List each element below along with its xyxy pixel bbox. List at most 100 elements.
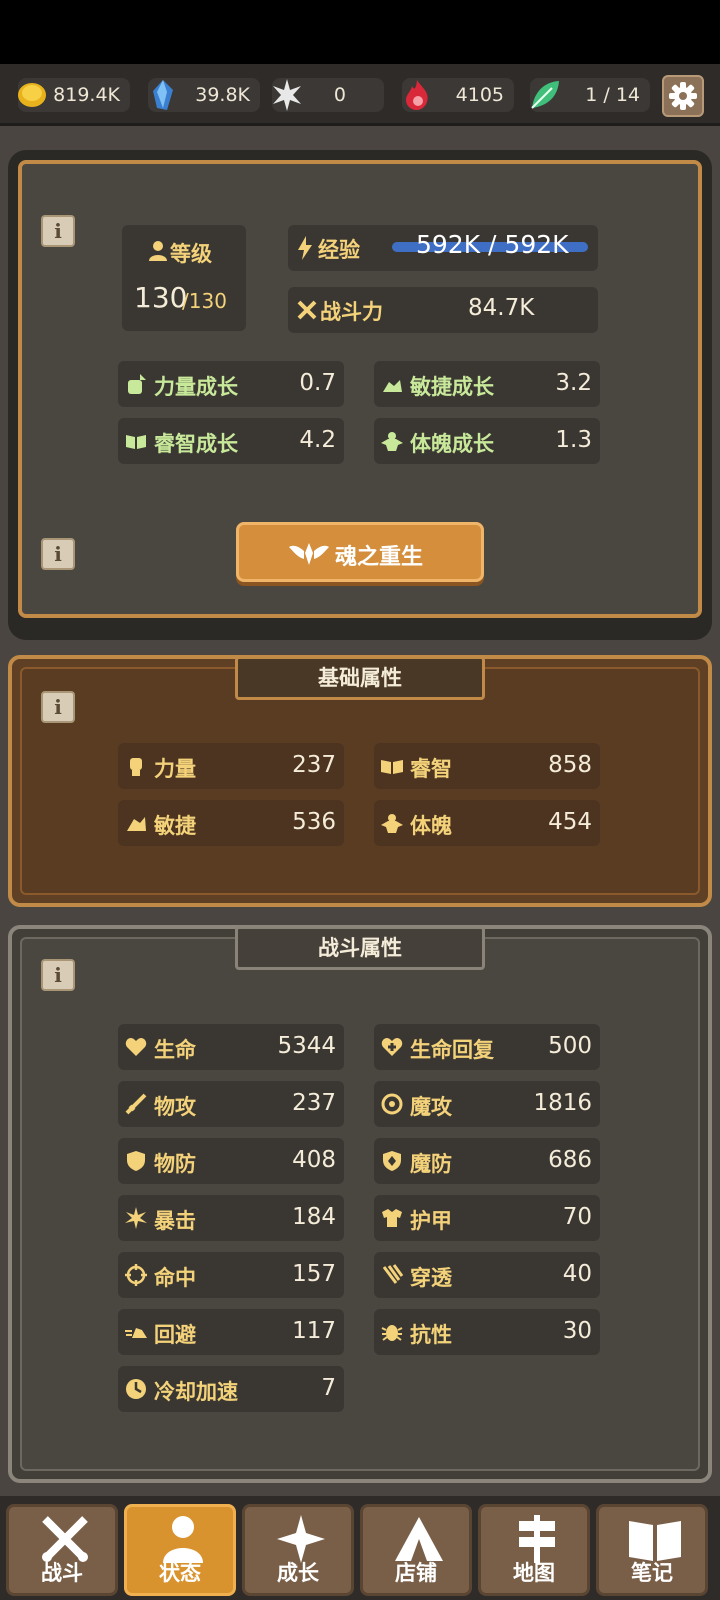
- growth-wisdom-value: 4.2: [299, 427, 336, 453]
- swirl-icon: [381, 1093, 403, 1115]
- nav-battle[interactable]: 战斗: [6, 1504, 118, 1596]
- stat-hp-value: 5344: [277, 1033, 336, 1059]
- stat-magic-defense-label: 魔防: [410, 1152, 452, 1176]
- soul-rebirth-label: 魂之重生: [335, 545, 424, 570]
- stat-strength-label: 力量: [154, 757, 196, 781]
- stat-crit-label: 暴击: [154, 1209, 196, 1233]
- growth-agility-value: 3.2: [555, 370, 592, 396]
- nav-shop[interactable]: 店铺: [360, 1504, 472, 1596]
- level-max: /130: [182, 289, 227, 313]
- blue-crystal-icon: [153, 80, 173, 110]
- gold-counter[interactable]: 819.4K: [18, 78, 130, 112]
- growth-agility: 敏捷成长 3.2: [374, 361, 600, 407]
- basic-attributes-title: 基础属性: [235, 656, 485, 700]
- stat-wisdom-value: 858: [548, 752, 592, 778]
- fist-icon: [130, 758, 142, 776]
- red-flame-icon: [406, 80, 428, 110]
- stat-evasion-label: 回避: [154, 1323, 196, 1347]
- growth-strength-label: 力量成长: [154, 375, 238, 399]
- crossed-swords-icon: [297, 300, 317, 320]
- green-leaf-icon: [531, 81, 559, 109]
- stat-strength-value: 237: [292, 752, 336, 778]
- stat-penetration-value: 40: [562, 1261, 592, 1287]
- stat-hp-regen-label: 生命回复: [410, 1038, 494, 1062]
- magic-shield-icon: [383, 1151, 401, 1171]
- stat-armor-value: 70: [562, 1204, 592, 1230]
- flame-counter[interactable]: 4105: [402, 78, 514, 112]
- stat-magic-attack: 魔攻 1816: [374, 1081, 600, 1127]
- stat-magic-defense: 魔防 686: [374, 1138, 600, 1184]
- book-growth-icon: [126, 435, 146, 449]
- soul-rebirth-button[interactable]: 魂之重生: [236, 522, 484, 582]
- stat-cooldown-label: 冷却加速: [154, 1380, 238, 1404]
- stat-magic-attack-label: 魔攻: [410, 1095, 452, 1119]
- sword-icon: [125, 1093, 147, 1115]
- hourglass-clock-icon: [126, 1379, 146, 1399]
- crystal-counter[interactable]: 39.8K: [148, 78, 260, 112]
- nav-notes[interactable]: 笔记: [596, 1504, 708, 1596]
- claw-icon: [382, 1264, 404, 1284]
- nav-map[interactable]: 地图: [478, 1504, 590, 1596]
- stat-penetration: 穿透 40: [374, 1252, 600, 1298]
- stat-hp: 生命 5344: [118, 1024, 344, 1070]
- crystal-value: 39.8K: [195, 84, 250, 106]
- stat-crit-value: 184: [292, 1204, 336, 1230]
- stat-magic-attack-value: 1816: [533, 1090, 592, 1116]
- system-status-bar: [0, 0, 720, 64]
- stat-agility-value: 536: [292, 809, 336, 835]
- star-burst-icon: [273, 79, 301, 111]
- muscle-icon: [381, 814, 403, 833]
- combat-power-value: 84.7K: [468, 295, 535, 321]
- leaf-counter[interactable]: 1 / 14: [530, 78, 650, 112]
- person-icon: [149, 241, 167, 261]
- level-box: 等级 130 /130: [122, 225, 246, 331]
- combat-power-box: 战斗力 84.7K: [288, 287, 598, 333]
- stat-armor: 护甲 70: [374, 1195, 600, 1241]
- stat-evasion-value: 117: [292, 1318, 336, 1344]
- nav-growth[interactable]: 成长: [242, 1504, 354, 1596]
- stat-phys-defense-value: 408: [292, 1147, 336, 1173]
- stat-wisdom: 睿智 858: [374, 743, 600, 789]
- nav-status-label: 状态: [159, 1561, 201, 1585]
- stat-hp-regen-value: 500: [548, 1033, 592, 1059]
- dash-icon: [125, 1328, 147, 1338]
- growth-wisdom: 睿智成长 4.2: [118, 418, 344, 464]
- nav-growth-label: 成长: [277, 1561, 319, 1585]
- stat-resistance-label: 抗性: [410, 1323, 452, 1347]
- settings-button[interactable]: [662, 75, 704, 117]
- boot-growth-icon: [383, 380, 402, 392]
- exp-label: 经验: [318, 238, 360, 262]
- stat-phys-attack-value: 237: [292, 1090, 336, 1116]
- stat-evasion: 回避 117: [118, 1309, 344, 1355]
- winged-emblem-icon: [289, 543, 329, 565]
- stat-agility-label: 敏捷: [154, 814, 196, 838]
- stat-resistance: 抗性 30: [374, 1309, 600, 1355]
- stat-strength: 力量 237: [118, 743, 344, 789]
- stat-penetration-label: 穿透: [410, 1266, 452, 1290]
- stat-resistance-value: 30: [562, 1318, 592, 1344]
- nav-shop-label: 店铺: [395, 1561, 437, 1585]
- stat-cooldown-value: 7: [321, 1375, 336, 1401]
- lightning-icon: [298, 236, 312, 260]
- crosshair-icon: [125, 1264, 147, 1286]
- leaf-value: 1 / 14: [585, 84, 640, 106]
- star-counter[interactable]: 0: [272, 78, 384, 112]
- growth-strength-value: 0.7: [299, 370, 336, 396]
- nav-status[interactable]: 状态: [124, 1504, 236, 1596]
- stat-wisdom-label: 睿智: [410, 757, 452, 781]
- combat-info-button[interactable]: i: [41, 959, 75, 991]
- book-icon: [381, 760, 403, 774]
- rebirth-info-button[interactable]: i: [41, 538, 75, 570]
- combat-attributes-panel: [8, 925, 712, 1483]
- gold-coin-icon: [18, 83, 46, 107]
- profile-info-button[interactable]: i: [41, 215, 75, 247]
- burst-icon: [125, 1207, 147, 1229]
- muscle-growth-icon: [381, 432, 403, 451]
- nav-notes-label: 笔记: [631, 1561, 673, 1585]
- flame-value: 4105: [455, 84, 504, 106]
- stat-phys-defense-label: 物防: [154, 1152, 196, 1176]
- stat-physique-label: 体魄: [410, 814, 452, 838]
- resource-bar: 819.4K 39.8K 0 4105 1 / 14: [0, 64, 720, 126]
- basic-info-button[interactable]: i: [41, 691, 75, 723]
- stat-accuracy-value: 157: [292, 1261, 336, 1287]
